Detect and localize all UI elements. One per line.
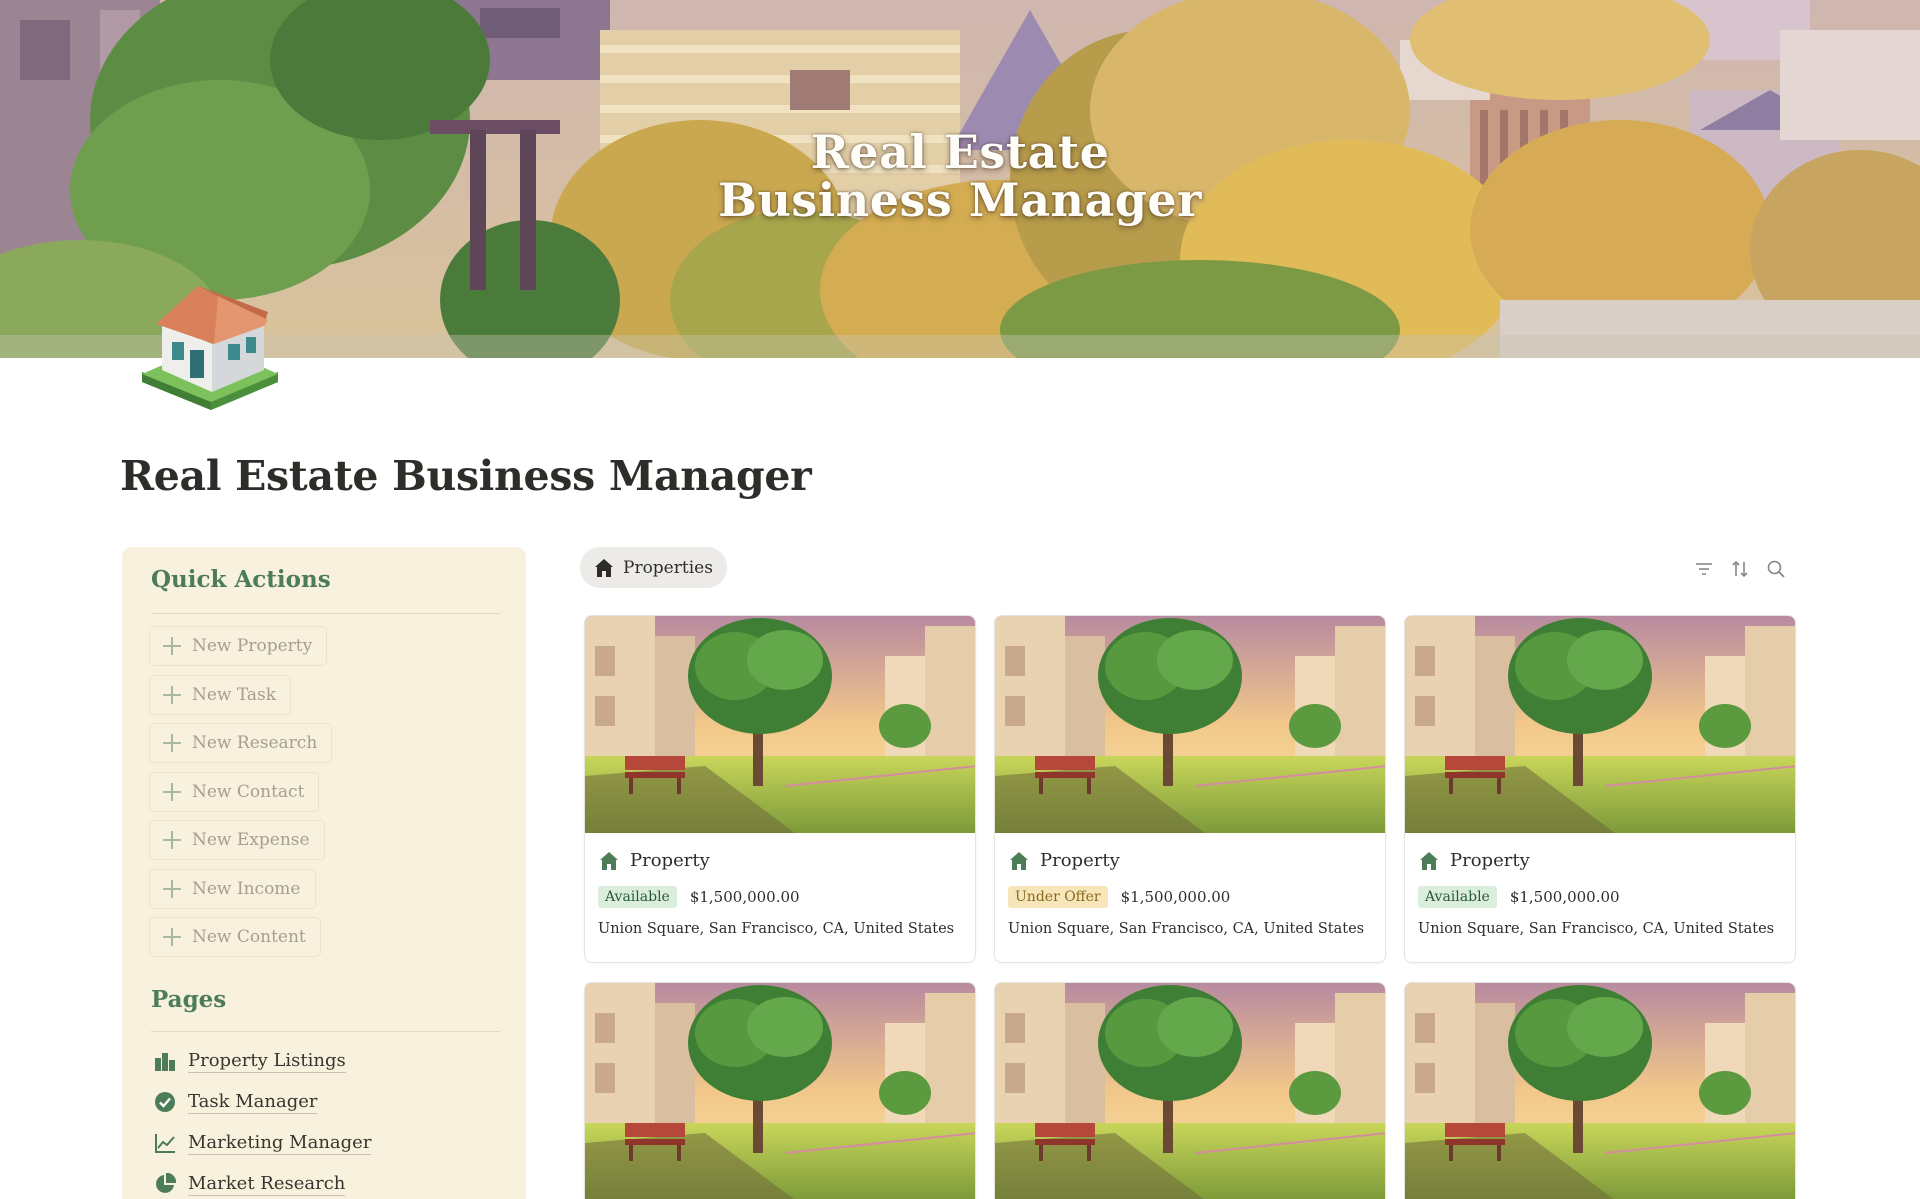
divider bbox=[151, 613, 500, 614]
address: Union Square, San Francisco, CA, United … bbox=[1418, 921, 1775, 937]
card-title: Property bbox=[599, 850, 710, 871]
card-title: Property bbox=[1419, 850, 1530, 871]
new-income-button[interactable]: New Income bbox=[149, 869, 316, 909]
plus-icon bbox=[162, 685, 182, 705]
cover-title: Real Estate Business Manager bbox=[0, 128, 1920, 224]
buildings-icon bbox=[155, 1053, 175, 1071]
page-link-market-research[interactable]: Market Research bbox=[154, 1169, 346, 1199]
page-link-property-listings[interactable]: Property Listings bbox=[154, 1046, 346, 1076]
new-task-button[interactable]: New Task bbox=[149, 675, 292, 715]
property-card[interactable]: Property Available $1,500,000.00 Union Squa… bbox=[1404, 615, 1796, 963]
card-meta-row: Available $1,500,000.00 bbox=[598, 886, 800, 908]
new-property-button[interactable]: New Property bbox=[149, 626, 328, 666]
page-link-marketing-manager[interactable]: Marketing Manager bbox=[154, 1128, 372, 1158]
status-badge: Under Offer bbox=[1008, 886, 1108, 908]
pie-chart-icon bbox=[156, 1173, 176, 1193]
card-title-label: Property bbox=[1450, 850, 1530, 871]
check-circle-icon bbox=[155, 1092, 175, 1112]
new-expense-button[interactable]: New Expense bbox=[149, 820, 325, 860]
page-link-label: Marketing Manager bbox=[188, 1131, 372, 1155]
button-label: New Research bbox=[192, 733, 318, 753]
card-title-label: Property bbox=[1040, 850, 1120, 871]
price: $1,500,000.00 bbox=[1120, 888, 1231, 906]
cover-image: Real Estate Business Manager bbox=[0, 0, 1920, 358]
page-link-label: Task Manager bbox=[188, 1090, 318, 1114]
price: $1,500,000.00 bbox=[1509, 888, 1620, 906]
status-badge: Available bbox=[598, 886, 677, 908]
filter-icon[interactable] bbox=[1693, 558, 1715, 580]
sidebar-panel: Quick Actions New Property New Task New … bbox=[122, 547, 526, 1199]
status-badge: Available bbox=[1418, 886, 1497, 908]
house-icon bbox=[595, 558, 613, 577]
plus-icon bbox=[162, 733, 182, 753]
sort-icon[interactable] bbox=[1729, 558, 1751, 580]
card-meta-row: Available $1,500,000.00 bbox=[1418, 886, 1620, 908]
property-photo bbox=[1405, 616, 1795, 833]
card-title-label: Property bbox=[630, 850, 710, 871]
house-page-icon[interactable] bbox=[138, 282, 284, 410]
plus-icon bbox=[162, 830, 182, 850]
property-photo bbox=[995, 616, 1385, 833]
button-label: New Contact bbox=[192, 782, 305, 802]
house-icon bbox=[1420, 851, 1438, 870]
property-photo bbox=[995, 983, 1385, 1199]
property-card[interactable] bbox=[1404, 982, 1796, 1199]
button-label: New Content bbox=[192, 927, 306, 947]
line-chart-icon bbox=[155, 1134, 175, 1153]
new-contact-button[interactable]: New Contact bbox=[149, 772, 320, 812]
property-card[interactable] bbox=[584, 982, 976, 1199]
property-card[interactable]: Property Under Offer $1,500,000.00 Union Sq… bbox=[994, 615, 1386, 963]
button-label: New Task bbox=[192, 685, 277, 705]
card-title: Property bbox=[1009, 850, 1120, 871]
page-link-task-manager[interactable]: Task Manager bbox=[154, 1087, 318, 1117]
property-photo bbox=[1405, 983, 1795, 1199]
cover-title-line-1: Real Estate bbox=[810, 125, 1110, 179]
plus-icon bbox=[162, 879, 182, 899]
property-card[interactable] bbox=[994, 982, 1386, 1199]
page-link-label: Market Research bbox=[188, 1172, 346, 1196]
quick-actions-heading: Quick Actions bbox=[151, 566, 331, 593]
new-research-button[interactable]: New Research bbox=[149, 723, 333, 763]
address: Union Square, San Francisco, CA, United … bbox=[598, 921, 955, 937]
property-card[interactable]: Property Available $1,500,000.00 Union Squa… bbox=[584, 615, 976, 963]
pages-heading: Pages bbox=[151, 986, 227, 1013]
view-tab-properties[interactable]: Properties bbox=[580, 547, 727, 588]
search-icon[interactable] bbox=[1765, 558, 1787, 580]
page-title: Real Estate Business Manager bbox=[120, 452, 812, 500]
property-photo bbox=[585, 983, 975, 1199]
cover-title-line-2: Business Manager bbox=[718, 173, 1202, 227]
price: $1,500,000.00 bbox=[689, 888, 800, 906]
plus-icon bbox=[162, 636, 182, 656]
house-icon bbox=[600, 851, 618, 870]
button-label: New Expense bbox=[192, 830, 310, 850]
new-content-button[interactable]: New Content bbox=[149, 917, 321, 957]
house-icon bbox=[1010, 851, 1028, 870]
button-label: New Income bbox=[192, 879, 301, 899]
plus-icon bbox=[162, 927, 182, 947]
plus-icon bbox=[162, 782, 182, 802]
address: Union Square, San Francisco, CA, United … bbox=[1008, 921, 1365, 937]
card-meta-row: Under Offer $1,500,000.00 bbox=[1008, 886, 1230, 908]
page-link-label: Property Listings bbox=[188, 1049, 346, 1073]
divider bbox=[151, 1031, 500, 1032]
button-label: New Property bbox=[192, 636, 313, 656]
property-photo bbox=[585, 616, 975, 833]
view-tab-label: Properties bbox=[623, 557, 713, 578]
